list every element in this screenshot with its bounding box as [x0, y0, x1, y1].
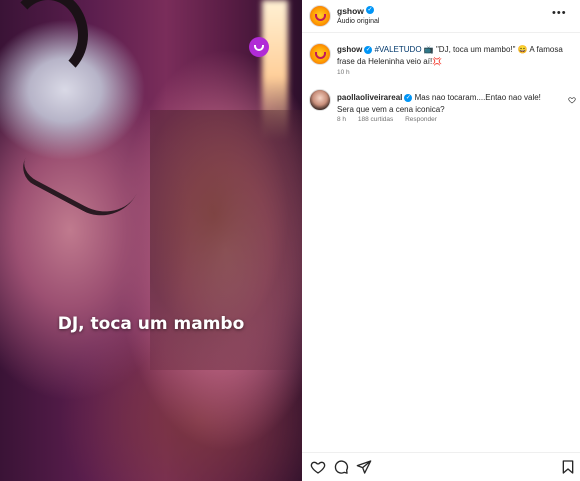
post-panel: gshow ✓ Áudio original ••• gshow ✓ #VALET… [302, 0, 580, 481]
audio-label[interactable]: Áudio original [337, 18, 379, 25]
hashtag-link[interactable]: #VALETUDO [375, 45, 422, 54]
gshow-avatar[interactable] [309, 5, 331, 27]
comment-body: paollaoliveirareal ✓ Mas nao tocaram....E… [337, 92, 559, 115]
bookmark-icon[interactable] [560, 459, 576, 475]
post-media[interactable]: DJ, toca um mambo [0, 0, 302, 481]
heart-icon[interactable] [310, 459, 326, 475]
video-caption: DJ, toca um mambo [57, 314, 245, 334]
share-icon[interactable] [356, 459, 372, 475]
action-bar [302, 452, 580, 481]
verified-icon: ✓ [364, 45, 373, 54]
caption-username[interactable]: gshow [337, 45, 362, 54]
divider [302, 32, 580, 33]
header-username[interactable]: gshow [337, 6, 364, 16]
verified-icon: ✓ [366, 6, 374, 14]
more-dots-icon[interactable]: ••• [552, 7, 567, 19]
caption-time[interactable]: 10 h [337, 69, 350, 76]
comment-heart-icon[interactable] [568, 96, 576, 104]
comment-meta: 8 h 188 curtidas Responder [337, 116, 447, 123]
caption-body: gshow ✓ #VALETUDO 📺 "DJ, toca um mambo!" … [337, 44, 572, 68]
caption-avatar[interactable] [309, 43, 331, 65]
post-header: gshow ✓ Áudio original ••• [302, 0, 580, 32]
comment-username[interactable]: paollaoliveirareal [337, 93, 402, 102]
reply-button[interactable]: Responder [405, 116, 437, 123]
comment-time[interactable]: 8 h [337, 116, 346, 123]
commenter-avatar[interactable] [309, 89, 331, 111]
comment-likes[interactable]: 188 curtidas [358, 116, 393, 123]
brand-badge-icon [249, 37, 269, 57]
comment-icon[interactable] [333, 459, 349, 475]
